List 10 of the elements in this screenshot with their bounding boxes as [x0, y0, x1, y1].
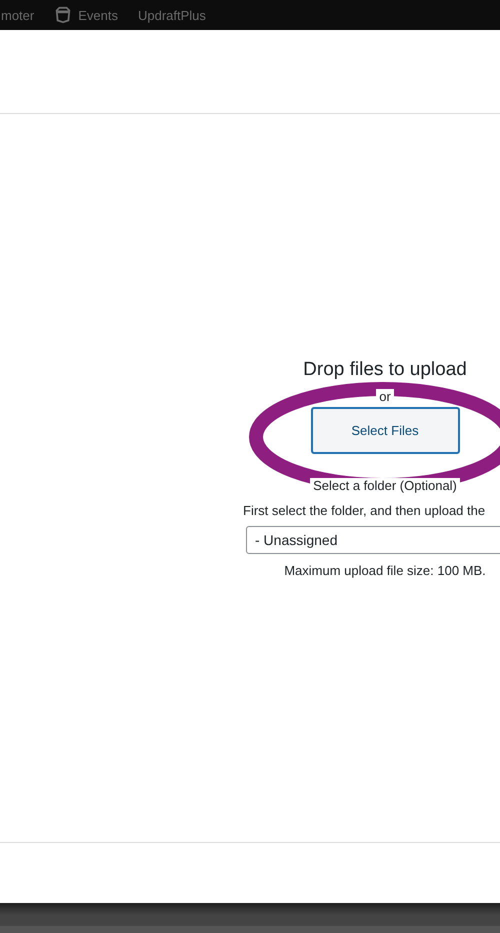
- upload-heading: Drop files to upload: [303, 359, 467, 381]
- or-text: or: [376, 389, 394, 404]
- admin-bar-link[interactable]: Events: [78, 8, 118, 22]
- admin-bar-link[interactable]: moter: [1, 8, 34, 22]
- folder-label: Select a folder (Optional): [310, 478, 460, 493]
- max-size-text: Maximum upload file size: 100 MB.: [284, 563, 486, 578]
- folder-hint: First select the folder, and then upload the: [243, 503, 486, 518]
- select-files-button[interactable]: Select Files: [310, 407, 460, 454]
- admin-bar-link[interactable]: UpdraftPlus: [138, 8, 206, 22]
- folder-select[interactable]: - Unassigned: [246, 526, 500, 554]
